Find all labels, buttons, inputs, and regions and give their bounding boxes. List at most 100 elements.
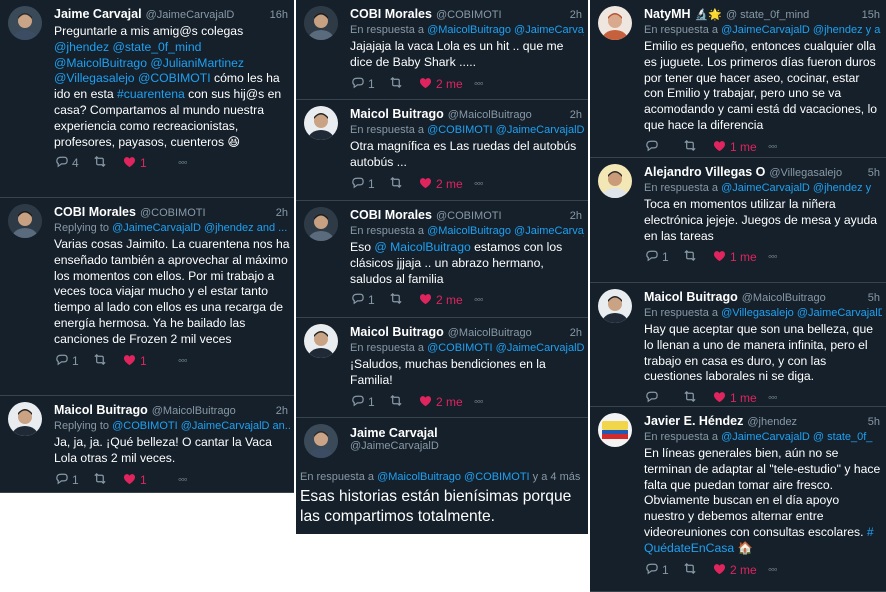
author-handle[interactable]: @Villegasalejo <box>769 165 863 181</box>
tweet-time[interactable]: 5h <box>868 165 882 181</box>
author-name[interactable]: NatyMH <box>644 6 691 23</box>
more-icon[interactable]: ◦◦◦ <box>178 474 198 486</box>
reply-button[interactable]: 1 <box>350 175 388 193</box>
like-button[interactable]: 2 me <box>418 291 474 309</box>
reply-mentions-link[interactable]: @JaimeCarvajalD @jhendez and ... <box>112 222 287 234</box>
tweet-time[interactable]: 2h <box>570 208 584 224</box>
tweet-card[interactable]: Maicol Buitrago @MaicolBuitrago 2h En respu… <box>296 318 588 418</box>
more-icon[interactable]: ◦◦◦ <box>178 355 198 367</box>
author-handle[interactable]: @jhendez <box>747 414 863 430</box>
retweet-button[interactable] <box>682 138 712 156</box>
reply-mentions-link[interactable]: @MaicolBuitrago @JaimeCarvajalD <box>427 225 584 237</box>
retweet-button[interactable] <box>388 175 418 193</box>
reply-button[interactable]: 1 <box>54 352 92 370</box>
reply-mentions-link[interactable]: @COBIMOTI @JaimeCarvajalD an... <box>112 420 290 432</box>
tweet-card[interactable]: Maicol Buitrago @MaicolBuitrago 5h En respu… <box>590 283 886 407</box>
retweet-button[interactable] <box>92 471 122 489</box>
avatar[interactable] <box>8 402 42 436</box>
author-handle[interactable]: @MaicolBuitrago <box>742 290 864 306</box>
more-icon[interactable]: ◦◦◦ <box>768 141 788 153</box>
like-button[interactable]: 1 me <box>712 138 768 156</box>
reply-mentions-link[interactable]: @COBIMOTI @JaimeCarvajalD <box>427 342 584 354</box>
avatar[interactable] <box>304 424 338 458</box>
reply-button[interactable]: 1 <box>54 471 92 489</box>
author-handle[interactable]: @ state_0f_mind <box>726 7 858 23</box>
retweet-button[interactable] <box>388 291 418 309</box>
tweet-card[interactable]: NatyMH 🔬🌟 @ state_0f_mind 15h En respuesta a… <box>590 0 886 158</box>
like-button[interactable]: 1 me <box>712 248 768 266</box>
tweet-card[interactable]: COBI Morales @COBIMOTI 2h En respuesta a @M… <box>296 0 588 100</box>
tweet-card-expanded[interactable]: Jaime Carvajal @JaimeCarvajalD En respuest… <box>296 418 588 534</box>
more-icon[interactable]: ◦◦◦ <box>768 392 788 404</box>
author-name[interactable]: Javier E. Héndez <box>644 413 743 430</box>
author-name[interactable]: COBI Morales <box>350 207 432 224</box>
reply-button[interactable]: 4 <box>54 154 92 172</box>
more-icon[interactable]: ◦◦◦ <box>474 178 494 190</box>
like-button[interactable]: 2 me <box>712 561 768 579</box>
author-handle[interactable]: @MaicolBuitrago <box>448 107 566 123</box>
tweet-time[interactable]: 5h <box>868 414 882 430</box>
like-button[interactable]: 1 me <box>712 389 768 407</box>
avatar[interactable] <box>598 413 632 447</box>
reply-button[interactable] <box>644 138 682 156</box>
author-handle[interactable]: @JaimeCarvajalD <box>350 440 584 452</box>
more-icon[interactable]: ◦◦◦ <box>474 396 494 408</box>
tweet-card[interactable]: Maicol Buitrago @MaicolBuitrago 2h En respu… <box>296 100 588 201</box>
retweet-button[interactable] <box>92 352 122 370</box>
tweet-time[interactable]: 2h <box>276 403 290 419</box>
tweet-card[interactable]: COBI Morales @COBIMOTI 2h En respuesta a @M… <box>296 201 588 318</box>
like-button[interactable]: 1 <box>122 154 178 172</box>
retweet-button[interactable] <box>388 75 418 93</box>
avatar[interactable] <box>598 289 632 323</box>
avatar[interactable] <box>598 164 632 198</box>
reply-mentions-link[interactable]: @MaicolBuitrago @JaimeCarvajalD <box>427 24 584 36</box>
reply-mentions-link[interactable]: @MaicolBuitrago @COBIMOTI <box>377 471 530 483</box>
tweet-time[interactable]: 16h <box>270 7 290 23</box>
tweet-time[interactable]: 2h <box>570 107 584 123</box>
more-icon[interactable]: ◦◦◦ <box>768 564 788 576</box>
avatar[interactable] <box>8 6 42 40</box>
like-button[interactable]: 2 me <box>418 75 474 93</box>
retweet-button[interactable] <box>682 561 712 579</box>
author-handle[interactable]: @COBIMOTI <box>140 205 272 221</box>
reply-button[interactable]: 1 <box>644 561 682 579</box>
retweet-button[interactable] <box>92 154 122 172</box>
author-handle[interactable]: @JaimeCarvajalD <box>146 7 266 23</box>
more-icon[interactable]: ◦◦◦ <box>474 78 494 90</box>
tweet-time[interactable]: 2h <box>570 7 584 23</box>
retweet-button[interactable] <box>682 389 712 407</box>
like-button[interactable]: 2 me <box>418 175 474 193</box>
more-icon[interactable]: ◦◦◦ <box>768 251 788 263</box>
like-button[interactable]: 1 <box>122 471 178 489</box>
more-icon[interactable]: ◦◦◦ <box>474 294 494 306</box>
tweet-time[interactable]: 5h <box>868 290 882 306</box>
tweet-card[interactable]: COBI Morales @COBIMOTI 2h Replying to @Jaim… <box>0 198 294 396</box>
reply-mentions-link[interactable]: @JaimeCarvajalD @jhendez y a 4 más <box>721 24 882 36</box>
mention-link[interactable]: #cuarentena <box>117 87 185 101</box>
avatar[interactable] <box>8 204 42 238</box>
author-name[interactable]: Alejandro Villegas O <box>644 164 765 181</box>
avatar[interactable] <box>304 6 338 40</box>
reply-button[interactable]: 1 <box>350 291 388 309</box>
author-handle[interactable]: @COBIMOTI <box>436 208 566 224</box>
reply-mentions-link[interactable]: @Villegasalejo @JaimeCarvajalD <box>721 307 882 319</box>
like-button[interactable]: 1 <box>122 352 178 370</box>
tweet-card[interactable]: Javier E. Héndez @jhendez 5h En respuesta a… <box>590 407 886 592</box>
author-name[interactable]: COBI Morales <box>54 204 136 221</box>
author-name[interactable]: Maicol Buitrago <box>350 106 444 123</box>
tweet-card[interactable]: Maicol Buitrago @MaicolBuitrago 2h Replying… <box>0 396 294 493</box>
author-handle[interactable]: @MaicolBuitrago <box>152 403 272 419</box>
retweet-button[interactable] <box>682 248 712 266</box>
tweet-time[interactable]: 2h <box>276 205 290 221</box>
author-handle[interactable]: @COBIMOTI <box>436 7 566 23</box>
reply-mentions-link[interactable]: @JaimeCarvajalD @jhendez y <box>721 182 871 194</box>
reply-mentions-link[interactable]: @COBIMOTI @JaimeCarvajalD <box>427 124 584 136</box>
author-name[interactable]: Maicol Buitrago <box>644 289 738 306</box>
author-name[interactable]: Jaime Carvajal <box>350 426 584 440</box>
reply-mentions-link[interactable]: @JaimeCarvajalD @ state_0f_ <box>721 431 872 443</box>
tweet-time[interactable]: 2h <box>570 325 584 341</box>
author-name[interactable]: Maicol Buitrago <box>350 324 444 341</box>
author-name[interactable]: Jaime Carvajal <box>54 6 142 23</box>
tweet-card[interactable]: Alejandro Villegas O @Villegasalejo 5h En r… <box>590 158 886 283</box>
reply-button[interactable]: 1 <box>350 75 388 93</box>
